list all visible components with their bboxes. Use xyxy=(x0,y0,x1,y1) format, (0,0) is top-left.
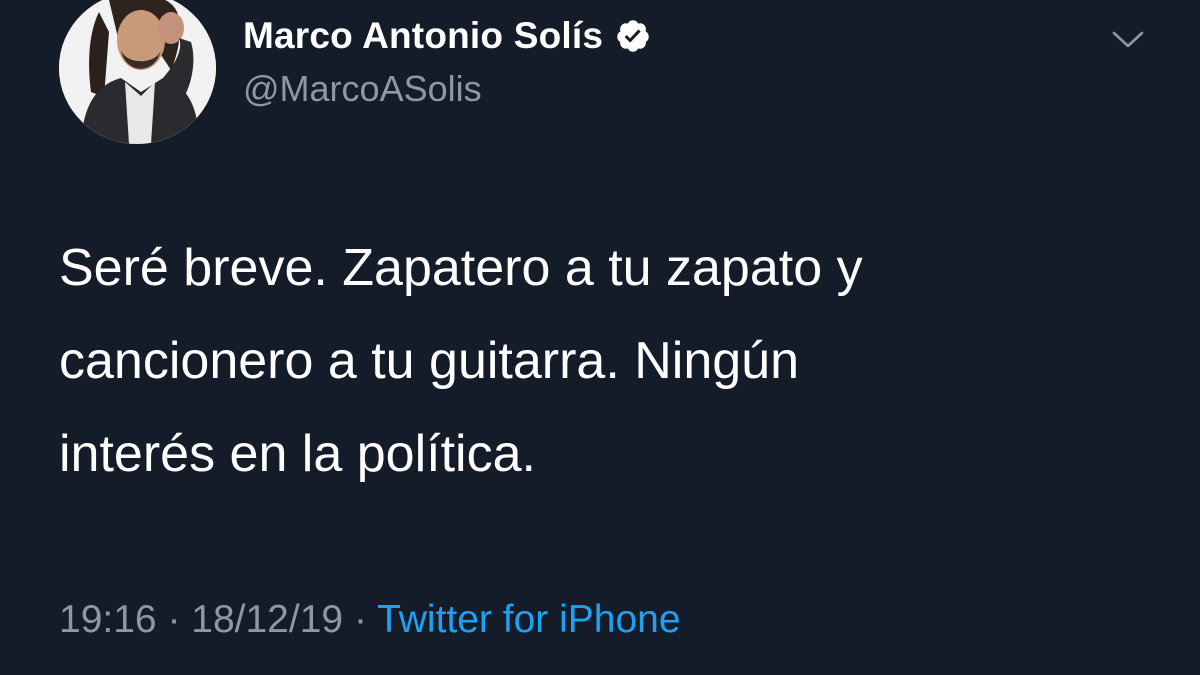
tweet-text: Seré breve. Zapatero a tu zapato y canci… xyxy=(59,222,1139,501)
chevron-down-icon[interactable] xyxy=(1110,26,1146,52)
verified-badge-icon xyxy=(615,18,651,54)
avatar-photo xyxy=(59,0,216,144)
tweet-date[interactable]: 18/12/19 xyxy=(191,598,343,641)
tweet-text-line: cancionero a tu guitarra. Ningún xyxy=(59,332,800,390)
meta-separator: · xyxy=(353,598,378,641)
author-handle[interactable]: @MarcoASolis xyxy=(243,68,482,110)
tweet-time[interactable]: 19:16 xyxy=(59,598,157,641)
tweet-source-link[interactable]: Twitter for iPhone xyxy=(377,598,680,641)
tweet-text-line: Seré breve. Zapatero a tu zapato y xyxy=(59,239,863,297)
meta-separator: · xyxy=(167,598,192,641)
author-name-row: Marco Antonio Solís xyxy=(243,14,651,58)
tweet-metadata: 19:16 · 18/12/19 · Twitter for iPhone xyxy=(59,598,681,642)
tweet-card: Marco Antonio Solís @MarcoASolis Seré br… xyxy=(0,0,1200,675)
tweet-text-line: interés en la política. xyxy=(59,425,536,483)
author-display-name[interactable]: Marco Antonio Solís xyxy=(243,15,603,57)
avatar[interactable] xyxy=(59,0,216,144)
